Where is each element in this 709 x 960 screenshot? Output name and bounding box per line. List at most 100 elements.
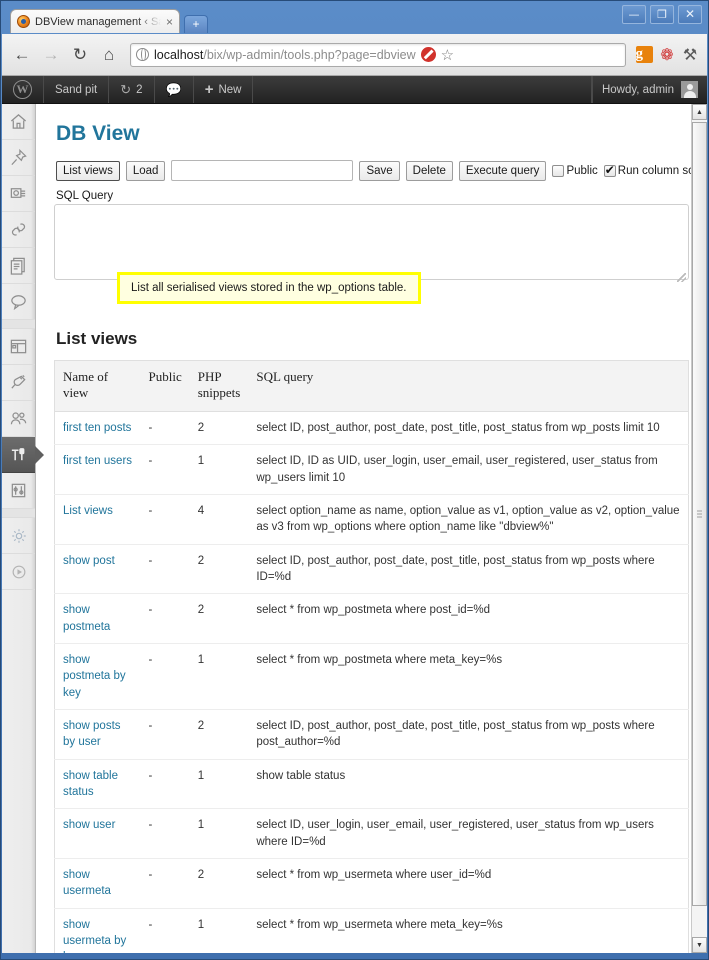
back-icon[interactable]: ← <box>9 42 35 68</box>
view-name-link[interactable]: show postmeta by key <box>63 654 126 699</box>
cell-public: - <box>140 858 190 909</box>
close-tab-icon[interactable]: × <box>166 16 173 28</box>
account-menu[interactable]: Howdy, admin <box>591 76 707 103</box>
cell-sql-query: select ID, user_login, user_email, user_… <box>248 808 689 859</box>
new-tab-button[interactable]: + <box>184 15 208 33</box>
view-name-link[interactable]: show postmeta <box>63 604 110 632</box>
cell-php-snippets: 4 <box>189 494 249 545</box>
home-icon[interactable]: ⌂ <box>96 42 122 68</box>
sidebar-item-posts[interactable] <box>2 140 35 176</box>
sidebar-item-comments[interactable] <box>2 284 35 320</box>
admin-sidebar <box>2 104 36 953</box>
page-body: DB View List views Load Save Delete Exec… <box>2 104 707 953</box>
run-column-scripts-checkbox[interactable] <box>603 163 616 177</box>
tab-title: DBView management ‹ Sa <box>35 15 161 28</box>
cell-sql-query: select ID, post_author, post_date, post_… <box>248 411 689 446</box>
browser-tab[interactable]: DBView management ‹ Sa × <box>10 9 180 33</box>
admin-bar-spacer <box>253 76 592 103</box>
view-name-link[interactable]: first ten users <box>63 455 132 467</box>
comments-menu[interactable]: 💬 <box>155 76 194 103</box>
view-name-link[interactable]: show post <box>63 555 115 567</box>
page-viewport: W Sand pit ↻ 2 💬 + New Howdy, admin DB V… <box>2 76 707 953</box>
sidebar-separator-2 <box>2 509 35 518</box>
address-bar[interactable]: localhost/bix/wp-admin/tools.php?page=db… <box>130 42 626 67</box>
views-table: Name of view Public PHP snippets SQL que… <box>54 360 689 953</box>
view-name-link[interactable]: show usermeta by key <box>63 919 126 953</box>
forward-icon[interactable]: → <box>38 42 64 68</box>
list-views-button[interactable]: List views <box>56 160 120 181</box>
view-name-link[interactable]: show posts by user <box>63 720 121 748</box>
views-table-body: first ten posts -2 select ID, post_author,… <box>54 411 689 953</box>
new-content-menu[interactable]: + New <box>194 76 254 103</box>
list-views-heading: List views <box>56 329 138 348</box>
browser-window: — ❐ ✕ DBView management ‹ Sa × + ← → ↻ ⌂… <box>0 0 709 960</box>
delete-button[interactable]: Delete <box>405 160 453 181</box>
extension-g-icon[interactable]: g <box>634 45 654 65</box>
cell-sql-query: select ID, post_author, post_date, post_… <box>248 544 689 595</box>
cell-sql-query: select ID, post_author, post_date, post_… <box>248 709 689 760</box>
scroll-up-button[interactable]: ▲ <box>692 104 707 120</box>
scrollbar-track[interactable] <box>692 120 707 937</box>
cell-public: - <box>140 593 190 644</box>
cell-php-snippets: 2 <box>189 709 249 760</box>
cell-sql-query: show table status <box>248 759 689 810</box>
public-label: Public <box>566 164 598 177</box>
table-row: first ten users -1 select ID, ID as UID, u… <box>54 444 689 495</box>
view-name-link[interactable]: show user <box>63 819 115 831</box>
load-button[interactable]: Load <box>125 160 166 181</box>
page-scrollbar[interactable]: ▲ ▼ <box>691 104 707 953</box>
cell-view-name: first ten posts <box>54 411 141 446</box>
updates-menu[interactable]: ↻ 2 <box>109 76 155 103</box>
view-name-input[interactable] <box>171 160 354 181</box>
cell-sql-query: select * from wp_usermeta where user_id=… <box>248 858 689 909</box>
cell-sql-query: select option_name as name, option_value… <box>248 494 689 545</box>
table-row: show posts by user -2 select ID, post_auth… <box>54 709 689 760</box>
sidebar-item-media[interactable] <box>2 176 35 212</box>
cell-view-name: show postmeta <box>54 593 141 644</box>
cell-view-name: show posts by user <box>54 709 141 760</box>
sidebar-item-plugins[interactable] <box>2 365 35 401</box>
wp-logo-menu[interactable]: W <box>2 76 44 103</box>
reload-icon[interactable]: ↻ <box>67 42 93 68</box>
scroll-down-button[interactable]: ▼ <box>692 937 707 953</box>
view-name-link[interactable]: show table status <box>63 770 118 798</box>
extension-bird-glyph: ❁ <box>660 46 674 64</box>
save-button[interactable]: Save <box>359 160 400 181</box>
sidebar-item-play[interactable] <box>2 554 35 590</box>
extension-g-glyph: g <box>635 46 653 63</box>
cell-php-snippets: 1 <box>189 808 249 859</box>
sql-query-textarea[interactable] <box>54 204 689 280</box>
view-name-link[interactable]: show usermeta <box>63 869 111 897</box>
sidebar-item-users[interactable] <box>2 401 35 437</box>
cell-view-name: show user <box>54 808 141 859</box>
cell-public: - <box>140 494 190 545</box>
sidebar-item-tools[interactable] <box>2 437 35 473</box>
site-name-menu[interactable]: Sand pit <box>44 76 110 103</box>
table-row: show postmeta by key -1 select * from wp_p… <box>54 643 689 710</box>
wp-admin-bar: W Sand pit ↻ 2 💬 + New Howdy, admin <box>2 76 707 104</box>
extension-bird-icon[interactable]: ❁ <box>657 45 677 65</box>
view-name-link[interactable]: List views <box>63 505 113 517</box>
sidebar-item-appearance[interactable] <box>2 329 35 365</box>
sidebar-item-pages[interactable] <box>2 248 35 284</box>
blocked-content-icon[interactable] <box>420 47 436 62</box>
scrollbar-thumb[interactable] <box>692 122 707 907</box>
public-checkbox[interactable] <box>552 164 565 177</box>
header-sql-query: SQL query <box>248 360 689 412</box>
header-name-of-view: Name of view <box>54 360 141 412</box>
execute-query-button[interactable]: Execute query <box>458 160 547 181</box>
refresh-icon: ↻ <box>120 81 132 97</box>
cell-public: - <box>148 918 153 931</box>
sidebar-item-settings[interactable] <box>2 473 35 509</box>
table-row: show postmeta -2 select * from wp_postmeta… <box>54 593 689 644</box>
wrench-menu-icon[interactable]: ⚒ <box>680 45 700 65</box>
sidebar-item-dashboard[interactable] <box>2 104 35 140</box>
table-row: show post -2 select ID, post_author, post_… <box>54 544 689 595</box>
sidebar-item-gear[interactable] <box>2 518 35 554</box>
public-checkbox-wrap[interactable]: Public <box>552 164 598 177</box>
table-row: show usermeta -2 select * from wp_usermeta… <box>54 858 689 909</box>
bookmark-star-icon[interactable]: ☆ <box>441 46 454 64</box>
sidebar-item-links[interactable] <box>2 212 35 248</box>
view-name-link[interactable]: first ten posts <box>63 422 131 434</box>
admin-content: DB View List views Load Save Delete Exec… <box>36 104 707 953</box>
